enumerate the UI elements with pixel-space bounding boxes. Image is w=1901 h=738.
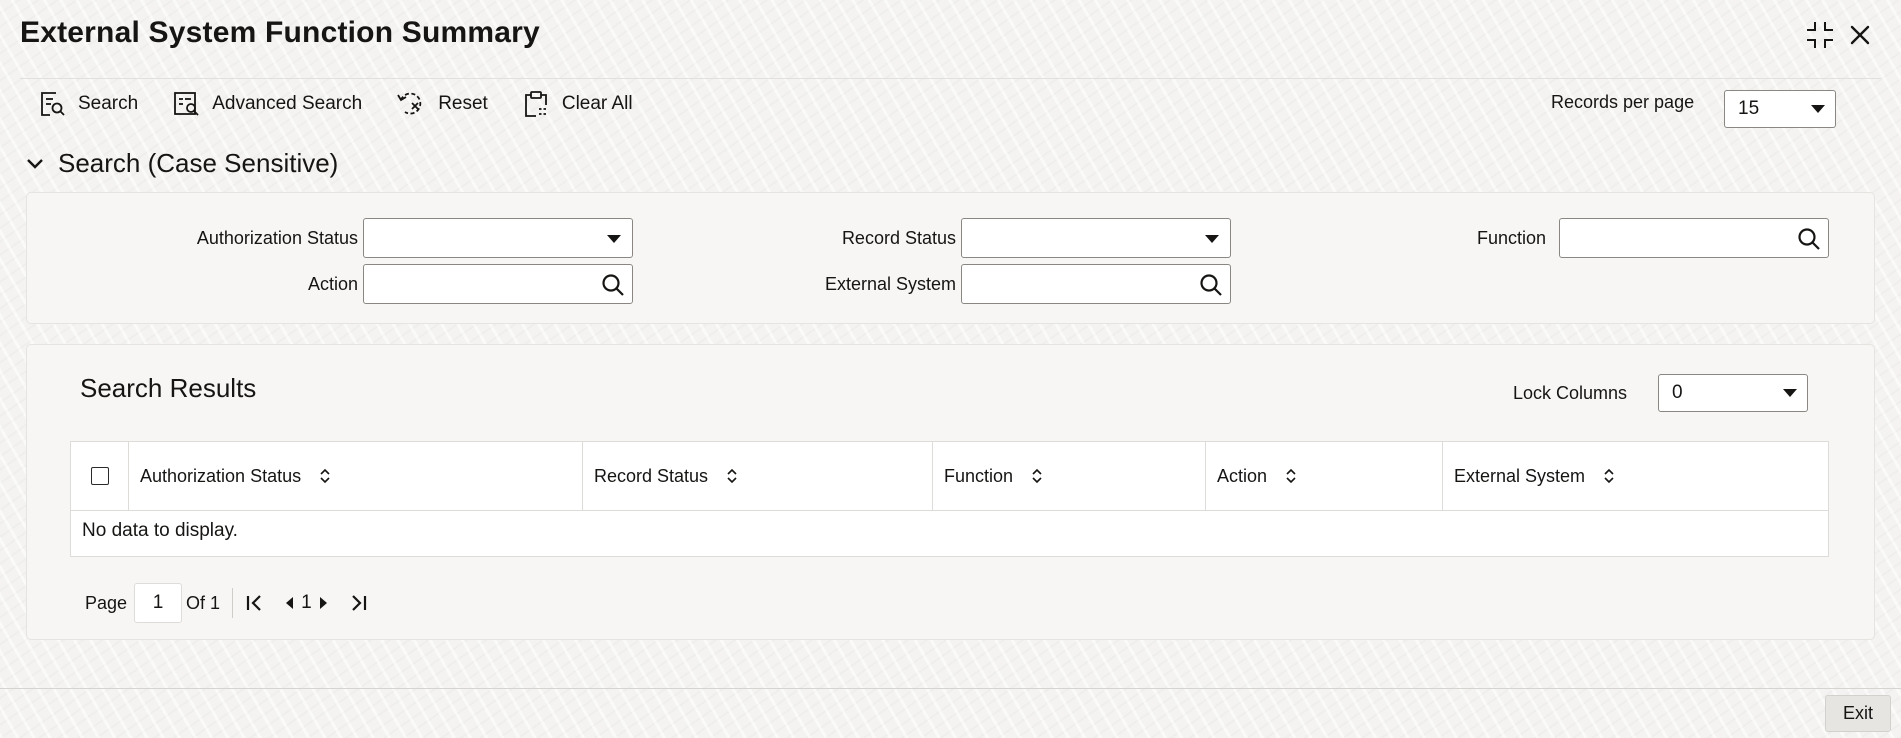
chevron-down-icon: [607, 235, 621, 243]
sort-icon: [1286, 468, 1296, 484]
chevron-down-icon: [1205, 235, 1219, 243]
search-icon[interactable]: [1198, 272, 1224, 298]
close-icon[interactable]: [1843, 18, 1877, 52]
authorization-status-label: Authorization Status: [196, 228, 358, 248]
page-label: Page: [85, 592, 128, 613]
column-header-action[interactable]: Action: [1205, 442, 1442, 510]
page-title: External System Function Summary: [20, 16, 540, 49]
last-page-icon: [351, 595, 366, 611]
toolbar: Search Advanced Search Reset Clear All: [38, 90, 667, 118]
clear-all-button-label: Clear All: [561, 93, 633, 114]
next-page-button[interactable]: [318, 595, 330, 611]
external-system-label: External System: [824, 274, 956, 294]
column-header-record-status[interactable]: Record Status: [582, 442, 932, 510]
header-divider: [20, 78, 1881, 79]
chevron-down-icon: [27, 158, 43, 169]
action-label: Action: [307, 274, 358, 294]
pagination-divider: [232, 588, 234, 618]
authorization-status-select[interactable]: [363, 218, 633, 258]
page-count-label: Of 1: [186, 592, 221, 613]
column-header-label: Action: [1217, 465, 1268, 486]
table-header: Authorization Status Record Status Funct…: [71, 442, 1828, 511]
first-page-icon: [246, 595, 261, 611]
reset-button[interactable]: Reset: [396, 90, 488, 118]
search-button[interactable]: Search: [38, 90, 138, 118]
caret-left-icon: [286, 597, 294, 609]
chevron-down-icon: [1783, 389, 1797, 397]
footer-divider: [0, 688, 1901, 689]
record-status-select[interactable]: [961, 218, 1231, 258]
search-section-title: Search (Case Sensitive): [58, 148, 339, 178]
function-input[interactable]: [1559, 218, 1829, 258]
current-page-number: 1: [301, 592, 312, 613]
previous-page-button[interactable]: [283, 595, 295, 611]
reset-button-label: Reset: [438, 93, 488, 114]
first-page-button[interactable]: [245, 593, 265, 613]
last-page-button[interactable]: [348, 593, 368, 613]
sort-icon: [727, 468, 737, 484]
clear-all-button[interactable]: Clear All: [522, 90, 633, 118]
advanced-search-button[interactable]: Advanced Search: [172, 90, 362, 118]
records-per-page-label: Records per page: [1551, 92, 1695, 112]
chevron-down-icon: [1811, 105, 1825, 113]
page-number-input[interactable]: 1: [134, 583, 183, 623]
function-label: Function: [1476, 228, 1546, 248]
collapse-icon[interactable]: [1803, 18, 1837, 52]
exit-button[interactable]: Exit: [1825, 695, 1891, 732]
sort-icon: [1032, 468, 1042, 484]
record-status-label: Record Status: [841, 228, 956, 248]
lock-columns-select[interactable]: 0: [1658, 374, 1808, 412]
column-header-label: Authorization Status: [140, 465, 302, 486]
advanced-search-button-label: Advanced Search: [212, 93, 363, 114]
search-button-label: Search: [78, 93, 139, 114]
records-per-page-value: 15: [1738, 98, 1760, 119]
records-per-page-select[interactable]: 15: [1724, 90, 1836, 128]
pagination: Page 1 Of 1 1: [85, 583, 368, 623]
search-icon[interactable]: [600, 272, 626, 298]
action-input[interactable]: [363, 264, 633, 304]
column-header-external-system[interactable]: External System: [1442, 442, 1828, 510]
search-section-toggle[interactable]: Search (Case Sensitive): [26, 148, 338, 179]
lock-columns-value: 0: [1672, 382, 1683, 403]
empty-table-message: No data to display.: [82, 520, 238, 541]
caret-right-icon: [319, 597, 327, 609]
reset-icon: [397, 92, 422, 115]
advanced-search-icon: [174, 92, 199, 116]
search-doc-icon: [41, 92, 65, 116]
select-all-checkbox[interactable]: [91, 467, 109, 485]
column-header-label: External System: [1454, 465, 1586, 486]
sort-icon: [1604, 468, 1614, 484]
lock-columns-label: Lock Columns: [1513, 383, 1628, 403]
column-header-authorization-status[interactable]: Authorization Status: [128, 442, 582, 510]
column-header-label: Record Status: [594, 465, 709, 486]
search-criteria-panel: Authorization Status Action Record Statu…: [26, 192, 1875, 324]
clipboard-icon: [524, 91, 548, 117]
external-system-input[interactable]: [961, 264, 1231, 304]
column-header-function[interactable]: Function: [932, 442, 1205, 510]
search-results-title: Search Results: [80, 373, 257, 403]
sort-icon: [320, 468, 330, 484]
search-icon[interactable]: [1796, 226, 1822, 252]
results-table: Authorization Status Record Status Funct…: [70, 441, 1829, 557]
column-header-label: Function: [944, 465, 1014, 486]
